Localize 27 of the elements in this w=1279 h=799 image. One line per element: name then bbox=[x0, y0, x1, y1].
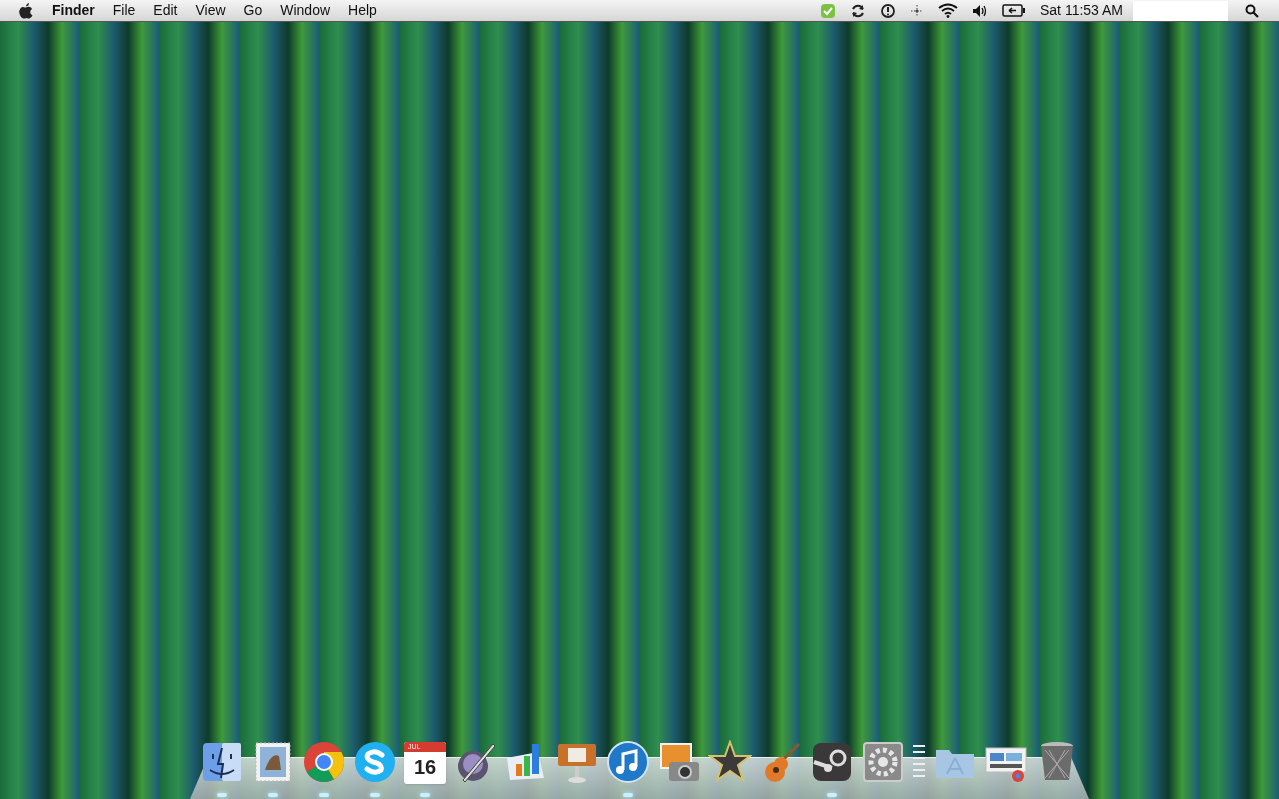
s-logo-icon[interactable] bbox=[353, 740, 397, 784]
photo-camera-icon[interactable] bbox=[657, 740, 701, 784]
smiling-face-icon[interactable] bbox=[200, 740, 244, 784]
gears-icon[interactable] bbox=[861, 740, 905, 784]
browser-logo-icon[interactable] bbox=[302, 740, 346, 784]
steam-logo-icon[interactable] bbox=[810, 740, 854, 784]
battery-icon[interactable] bbox=[1002, 4, 1026, 17]
menu-item[interactable]: Edit bbox=[153, 0, 178, 21]
volume-icon[interactable] bbox=[972, 3, 988, 18]
menu-item[interactable]: Go bbox=[243, 0, 263, 21]
menu-item[interactable]: Window bbox=[280, 0, 331, 21]
check-badge-icon[interactable] bbox=[820, 2, 836, 19]
input-field[interactable] bbox=[1133, 0, 1228, 21]
menu-item[interactable]: Help bbox=[348, 0, 377, 21]
menu-item[interactable]: File bbox=[112, 0, 136, 21]
apple-logo-icon[interactable] bbox=[18, 2, 34, 19]
music-note-icon[interactable] bbox=[606, 740, 650, 784]
app-menu[interactable]: Finder bbox=[52, 0, 95, 21]
menu-bar-clock[interactable]: Sat 11:53 AM bbox=[1040, 0, 1123, 21]
search-icon[interactable] bbox=[1245, 3, 1259, 18]
sync-icon[interactable] bbox=[850, 2, 866, 19]
calendar-day: 16 bbox=[404, 752, 446, 782]
wifi-icon[interactable] bbox=[938, 3, 958, 18]
history-clock-icon[interactable] bbox=[880, 2, 896, 19]
star-icon[interactable] bbox=[708, 740, 752, 784]
menu-item[interactable]: View bbox=[195, 0, 226, 21]
move-arrows-icon[interactable] bbox=[910, 3, 924, 18]
